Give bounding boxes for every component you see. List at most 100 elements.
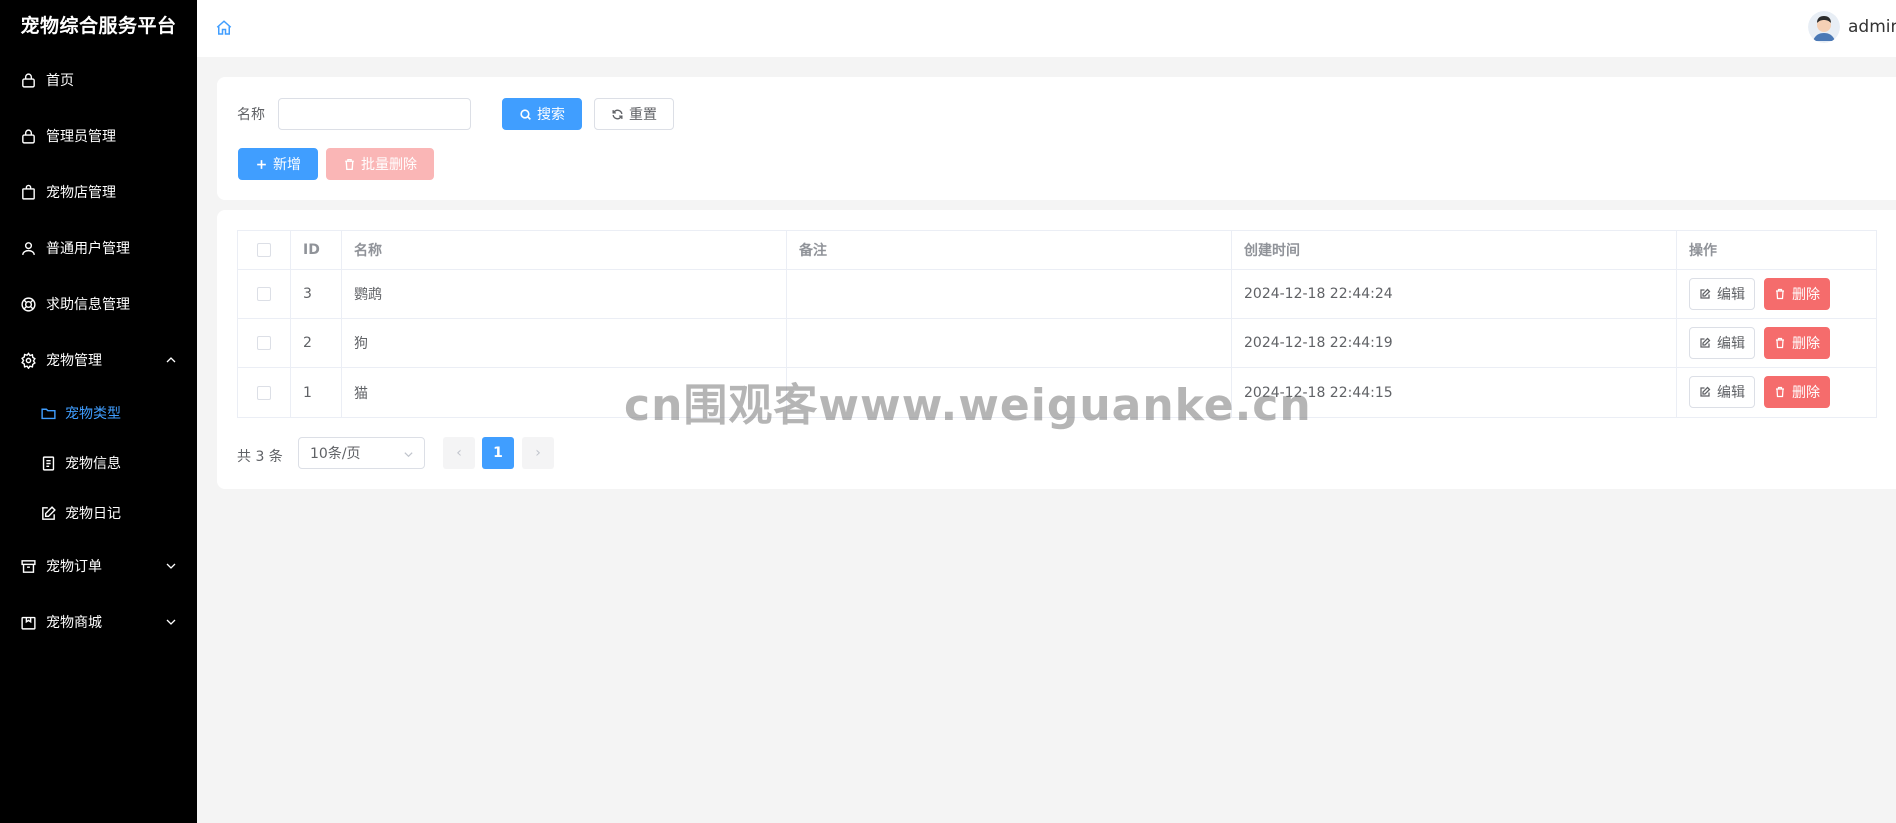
column-header-name: 名称 xyxy=(342,231,787,269)
lock-icon xyxy=(20,72,37,89)
table-row: 3 鹦鹉 2024-12-18 22:44:24 编辑 删除 xyxy=(238,270,1876,319)
row-checkbox[interactable] xyxy=(257,385,271,400)
edit-button-label: 编辑 xyxy=(1717,287,1745,303)
edit-button[interactable]: 编辑 xyxy=(1689,376,1755,408)
delete-button-label: 删除 xyxy=(1792,287,1820,303)
cell-created: 2024-12-18 22:44:19 xyxy=(1232,319,1677,367)
delete-button-label: 删除 xyxy=(1792,385,1820,401)
sidebar-subitem-pet-info[interactable]: 宠物信息 xyxy=(0,438,197,488)
delete-button[interactable]: 删除 xyxy=(1764,278,1830,310)
search-panel: 名称 搜索 重置 新增 批量删除 xyxy=(217,77,1896,200)
refresh-icon xyxy=(611,108,624,121)
prev-page-button[interactable]: ‹ xyxy=(443,437,475,469)
brand-title: 宠物综合服务平台 xyxy=(20,15,177,37)
reset-button-label: 重置 xyxy=(629,107,657,123)
data-table: ID 名称 备注 创建时间 操作 3 鹦鹉 2024-12-18 22:44:2… xyxy=(237,230,1877,418)
home-icon[interactable] xyxy=(215,19,233,37)
column-header-id: ID xyxy=(291,231,342,269)
sidebar-item-pet-orders[interactable]: 宠物订单 xyxy=(0,538,197,594)
document-icon xyxy=(40,455,57,472)
delete-button-label: 删除 xyxy=(1792,336,1820,352)
edit-button[interactable]: 编辑 xyxy=(1689,278,1755,310)
sidebar-item-label: 宠物日记 xyxy=(65,506,121,522)
edit-icon xyxy=(1699,386,1712,399)
folder-icon xyxy=(40,405,57,422)
batch-delete-label: 批量删除 xyxy=(361,157,417,173)
cell-note xyxy=(787,270,1232,318)
add-button-label: 新增 xyxy=(273,157,301,173)
edit-icon xyxy=(40,505,57,522)
name-label: 名称 xyxy=(237,107,265,123)
add-button[interactable]: 新增 xyxy=(238,148,318,180)
row-checkbox[interactable] xyxy=(257,287,271,301)
sidebar-item-users[interactable]: 普通用户管理 xyxy=(0,220,197,276)
trash-icon xyxy=(1774,386,1787,399)
pagination-total: 共 3 条 xyxy=(237,449,283,465)
table-row: 1 猫 2024-12-18 22:44:15 编辑 删除 xyxy=(238,368,1876,417)
column-header-actions: 操作 xyxy=(1689,243,1717,259)
sidebar-item-label: 宠物订单 xyxy=(46,559,102,575)
cell-note xyxy=(787,319,1232,367)
cell-actions: 编辑 删除 xyxy=(1677,319,1878,367)
row-checkbox[interactable] xyxy=(257,336,271,350)
select-all-checkbox[interactable] xyxy=(257,243,271,257)
cell-name: 鹦鹉 xyxy=(342,270,787,318)
edit-button-label: 编辑 xyxy=(1717,385,1745,401)
row-checkbox-cell xyxy=(238,319,291,367)
next-page-button[interactable]: › xyxy=(522,437,554,469)
search-icon xyxy=(519,108,532,121)
trash-icon xyxy=(343,158,356,171)
chevron-down-icon xyxy=(165,560,177,572)
cell-id: 2 xyxy=(291,319,342,367)
edit-button[interactable]: 编辑 xyxy=(1689,327,1755,359)
sidebar-item-pet-shop[interactable]: 宠物店管理 xyxy=(0,164,197,220)
page-1-button[interactable]: 1 xyxy=(482,437,514,469)
sidebar-item-pet-mall[interactable]: 宠物商城 xyxy=(0,594,197,650)
cell-created: 2024-12-18 22:44:24 xyxy=(1232,270,1677,318)
sidebar-item-admin[interactable]: 管理员管理 xyxy=(0,108,197,164)
sidebar-item-home[interactable]: 首页 xyxy=(0,52,197,108)
sidebar-item-pet-management[interactable]: 宠物管理 xyxy=(0,332,197,388)
sidebar-subitem-pet-type[interactable]: 宠物类型 xyxy=(0,388,197,438)
delete-button[interactable]: 删除 xyxy=(1764,327,1830,359)
chevron-down-icon xyxy=(403,449,414,460)
avatar xyxy=(1808,11,1840,43)
sidebar-item-label: 宠物信息 xyxy=(65,456,121,472)
name-search-input[interactable] xyxy=(278,98,471,130)
search-button-label: 搜索 xyxy=(537,107,565,123)
batch-delete-button[interactable]: 批量删除 xyxy=(326,148,434,180)
edit-icon xyxy=(1699,288,1712,301)
header-checkbox-cell xyxy=(238,231,291,269)
edit-button-label: 编辑 xyxy=(1717,336,1745,352)
username: admin xyxy=(1848,17,1896,37)
user-menu[interactable]: admin xyxy=(1808,11,1896,43)
trash-icon xyxy=(1774,337,1787,350)
edit-icon xyxy=(1699,337,1712,350)
lock-icon xyxy=(20,128,37,145)
cell-name: 猫 xyxy=(342,368,787,417)
sidebar-item-label: 普通用户管理 xyxy=(46,241,130,257)
plus-icon xyxy=(255,158,268,171)
sidebar-item-label: 宠物店管理 xyxy=(46,185,116,201)
sidebar-item-label: 宠物管理 xyxy=(46,353,102,369)
page-size-value: 10条/页 xyxy=(310,446,361,462)
page-size-select[interactable]: 10条/页 xyxy=(298,437,425,469)
cell-actions: 编辑 删除 xyxy=(1677,270,1878,318)
top-header: admin xyxy=(197,0,1896,57)
gift-box-icon xyxy=(20,614,37,631)
cell-actions: 编辑 删除 xyxy=(1677,368,1878,417)
search-button[interactable]: 搜索 xyxy=(502,98,582,130)
cell-id: 3 xyxy=(291,270,342,318)
row-checkbox-cell xyxy=(238,368,291,417)
trash-icon xyxy=(1774,288,1787,301)
delete-button[interactable]: 删除 xyxy=(1764,376,1830,408)
shopping-bag-icon xyxy=(20,184,37,201)
lifebuoy-icon xyxy=(20,296,37,313)
sidebar-item-label: 宠物商城 xyxy=(46,615,102,631)
gear-icon xyxy=(20,351,37,369)
reset-button[interactable]: 重置 xyxy=(594,98,674,130)
sidebar-subitem-pet-diary[interactable]: 宠物日记 xyxy=(0,488,197,538)
cell-id: 1 xyxy=(291,368,342,417)
sidebar-item-help-info[interactable]: 求助信息管理 xyxy=(0,276,197,332)
table-header-row: ID 名称 备注 创建时间 操作 xyxy=(238,231,1876,270)
